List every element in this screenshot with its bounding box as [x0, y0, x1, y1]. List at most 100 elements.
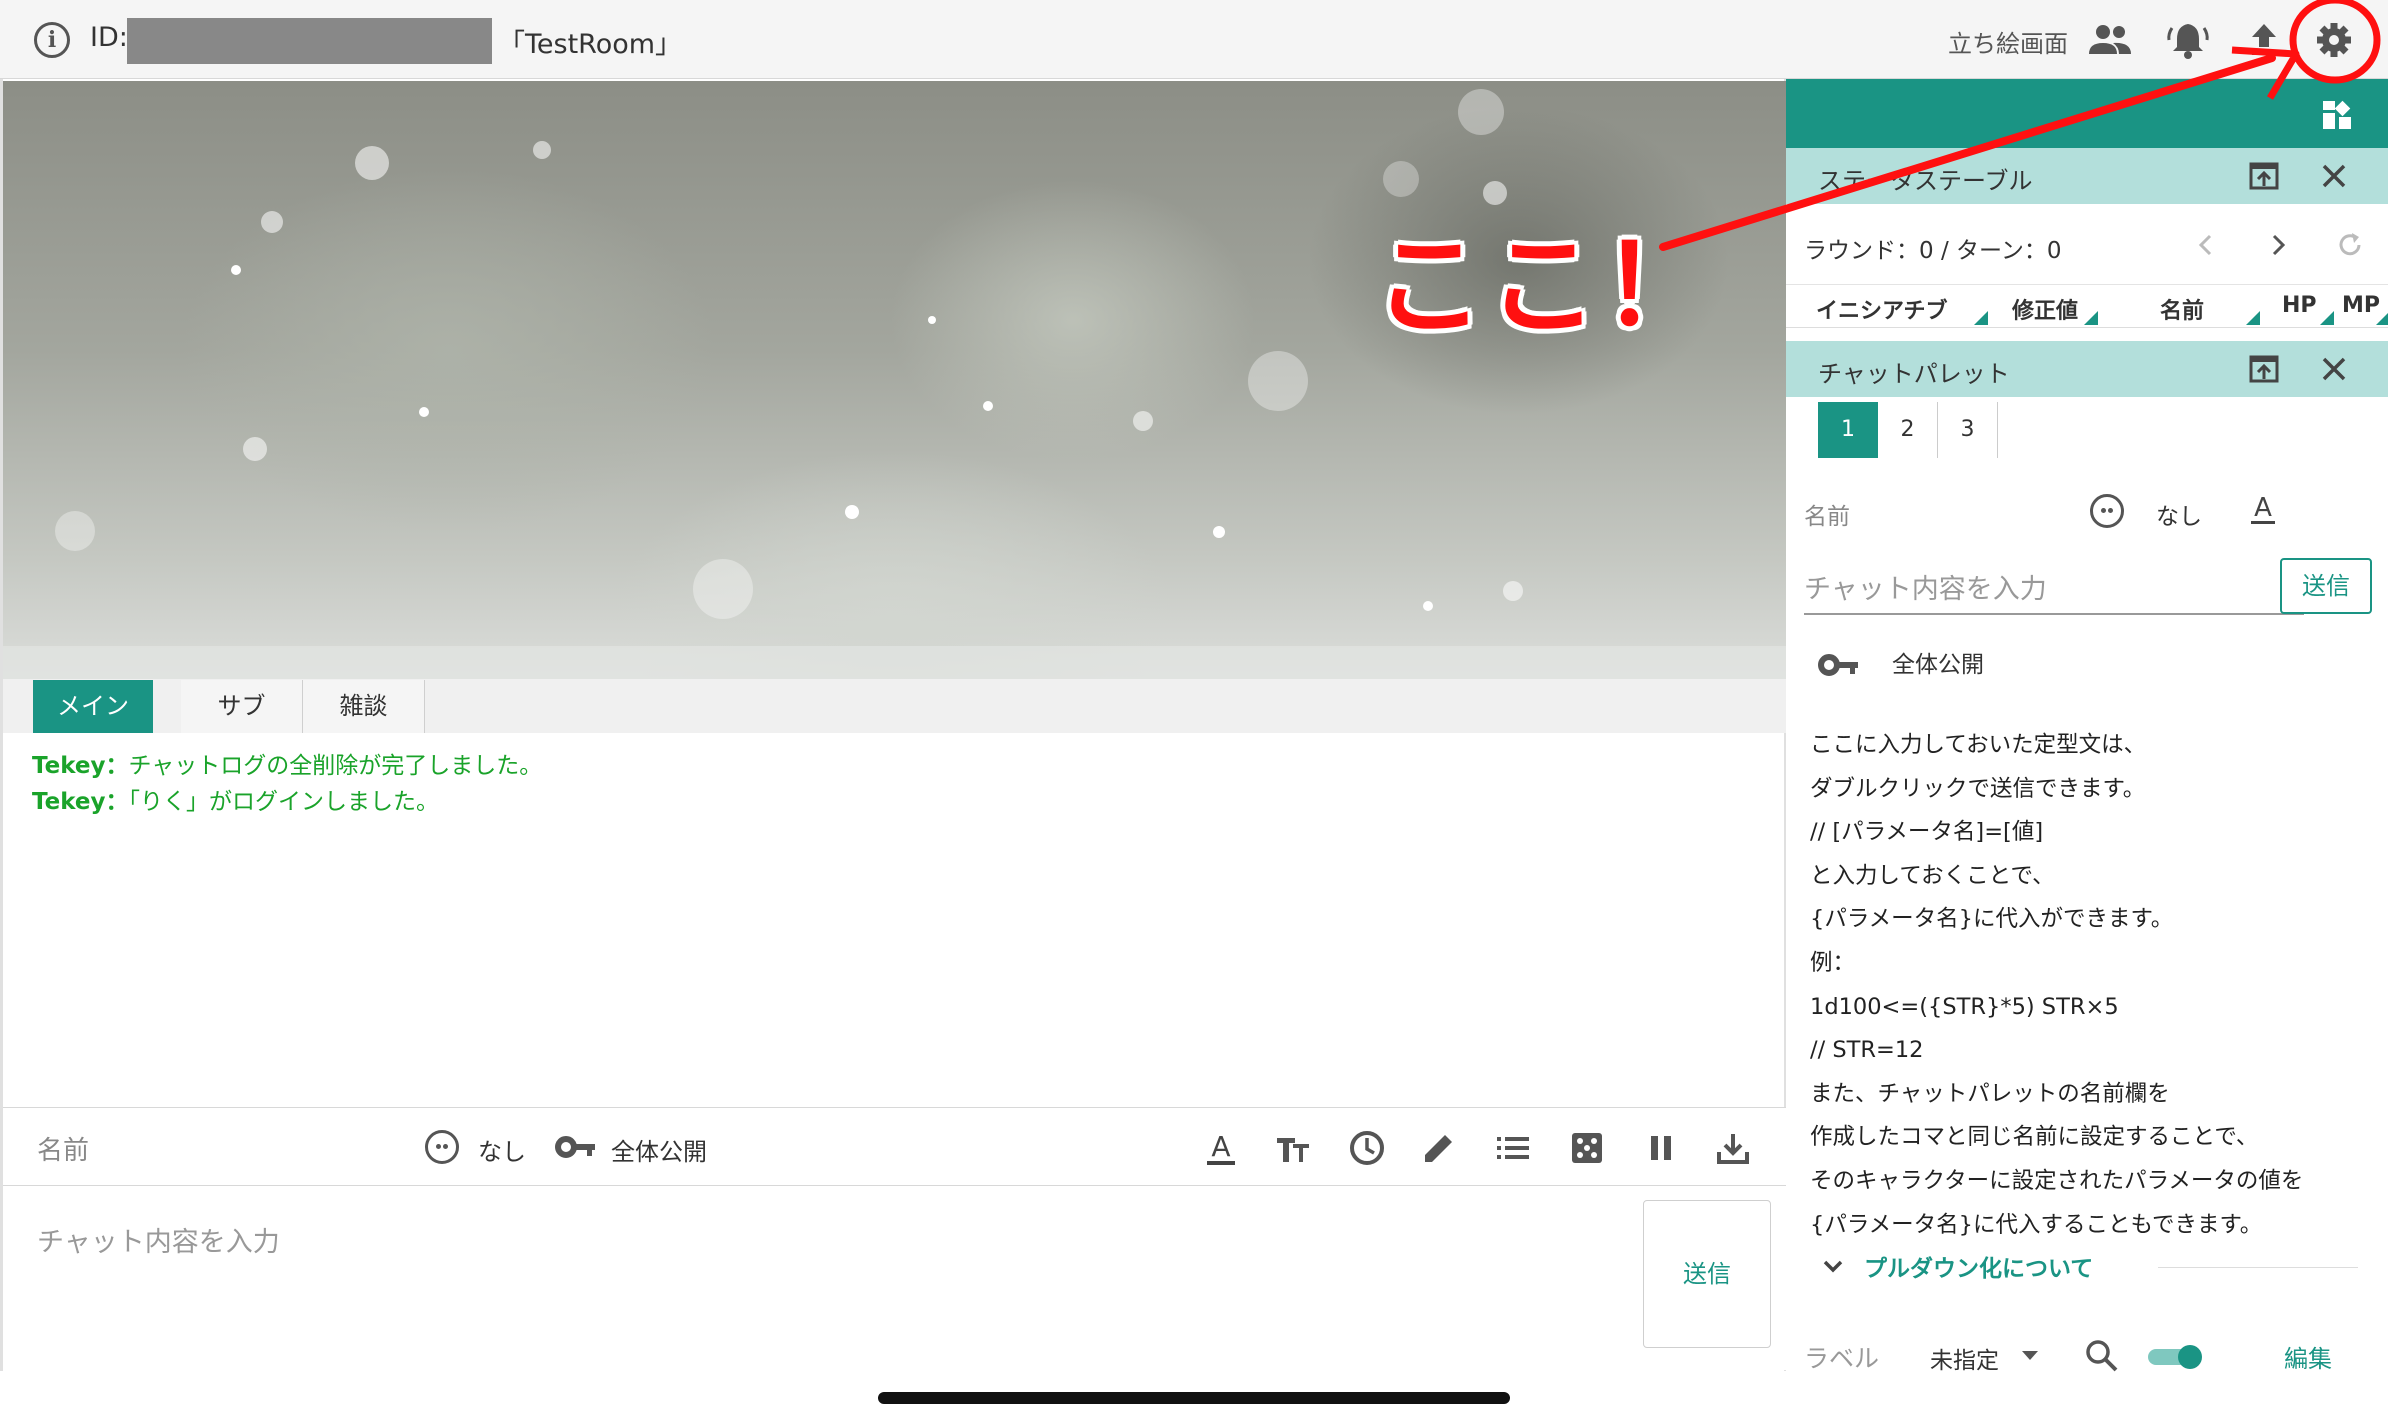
toggle-switch[interactable]	[2146, 1343, 2208, 1369]
snow-flake	[693, 559, 753, 619]
character-face-icon[interactable]	[2090, 494, 2124, 528]
chat-message: Tekey：「りく」がログインしました。	[32, 784, 542, 820]
tab-main[interactable]: メイン	[33, 680, 153, 733]
search-icon[interactable]	[2083, 1337, 2121, 1375]
refresh-icon[interactable]	[2334, 229, 2366, 261]
sort-icon[interactable]	[2084, 311, 2098, 325]
background-overlay-bar	[3, 646, 1786, 679]
help-line: // [パラメータ名]=[値]	[1810, 819, 2044, 846]
key-icon[interactable]	[555, 1134, 597, 1160]
room-id-redacted	[127, 18, 492, 64]
column-mp[interactable]: MP	[2342, 293, 2380, 318]
text-color-icon[interactable]: A	[1199, 1126, 1243, 1170]
help-line: ダブルクリックで送信できます。	[1810, 775, 2146, 802]
round-turn-counter: ラウンド：0 / ターン：0	[1804, 238, 2062, 264]
help-line: そのキャラクターに設定されたパラメータの値を	[1810, 1167, 2304, 1194]
character-select[interactable]: なし	[478, 1132, 526, 1167]
column-initiative[interactable]: イニシアチブ	[1816, 293, 1948, 325]
status-table-header: ステータステーブル	[1786, 148, 2388, 204]
message-sender: Tekey：	[32, 753, 129, 779]
visibility-select[interactable]: 全体公開	[611, 1132, 707, 1167]
settings-icon[interactable]	[2310, 18, 2358, 62]
message-text: チャットログの全削除が完了しました。	[128, 753, 543, 779]
column-hp[interactable]: HP	[2282, 293, 2317, 318]
right-panel: ステータステーブル ラウンド：0 / ターン：0 イニシアチブ 修正値 名前 H…	[1786, 79, 2388, 1420]
popout-icon[interactable]	[2248, 353, 2280, 385]
sort-icon[interactable]	[2320, 311, 2334, 325]
list-icon[interactable]	[1491, 1126, 1535, 1170]
help-line: 作成したコマと同じ名前に設定することで、	[1810, 1124, 2259, 1151]
palette-tab-3[interactable]: 3	[1938, 402, 1998, 458]
send-button[interactable]: 送信	[1643, 1200, 1771, 1348]
message-text: 「りく」がログインしました。	[128, 789, 440, 815]
help-line: と入力しておくことで、	[1810, 862, 2055, 889]
palette-footer: ラベル 未指定 編集	[1786, 1329, 2388, 1389]
annotation-text: ここ！	[1374, 222, 1716, 350]
chat-message: Tekey：チャットログの全削除が完了しました。	[32, 748, 542, 784]
chat-message-input[interactable]: チャット内容を入力	[37, 1220, 280, 1259]
popout-icon[interactable]	[2248, 160, 2280, 192]
pause-icon[interactable]	[1639, 1126, 1683, 1170]
tab-sub[interactable]: サブ	[181, 680, 303, 733]
snow-flake	[1248, 351, 1308, 411]
palette-character-select[interactable]: なし	[2156, 497, 2202, 531]
column-name[interactable]: 名前	[2160, 293, 2204, 325]
text-color-icon[interactable]: A	[2248, 491, 2278, 527]
snow-flake	[983, 401, 993, 411]
clock-icon[interactable]	[1345, 1126, 1389, 1170]
dashboard-icon[interactable]	[2321, 99, 2353, 131]
divider	[2158, 1267, 2358, 1268]
snow-flake	[231, 265, 241, 275]
chat-log: Tekey：チャットログの全削除が完了しました。 Tekey：「りく」がログイン…	[32, 748, 542, 820]
help-line: {パラメータ名}に代入ができます。	[1810, 906, 2174, 933]
sort-icon[interactable]	[2376, 311, 2388, 325]
palette-name-field[interactable]: 名前	[1804, 497, 1850, 531]
info-icon[interactable]: i	[34, 22, 70, 58]
bell-icon[interactable]	[2164, 18, 2212, 62]
snow-flake	[261, 211, 283, 233]
pencil-icon[interactable]	[1417, 1126, 1461, 1170]
palette-message-input[interactable]: チャット内容を入力	[1804, 559, 2304, 615]
svg-text:A: A	[1211, 1130, 1230, 1163]
upload-icon[interactable]	[2240, 18, 2288, 62]
standing-screen-button[interactable]: 立ち絵画面	[1948, 24, 2068, 59]
pulldown-help-label: プルダウン化について	[1864, 1256, 2094, 1282]
snow-flake	[845, 505, 859, 519]
download-icon[interactable]	[1711, 1126, 1755, 1170]
tab-chat[interactable]: 雑談	[303, 680, 425, 733]
chat-tabs: メイン サブ 雑談	[3, 679, 1786, 733]
help-line: また、チャットパレットの名前欄を	[1810, 1080, 2170, 1107]
snow-flake	[1423, 601, 1433, 611]
key-icon[interactable]	[1818, 652, 1860, 678]
dice-icon[interactable]	[1565, 1126, 1609, 1170]
palette-send-button[interactable]: 送信	[2280, 558, 2372, 614]
close-icon[interactable]	[2316, 158, 2352, 194]
users-icon[interactable]	[2086, 18, 2134, 62]
palette-message-placeholder: チャット内容を入力	[1804, 574, 2047, 605]
close-icon[interactable]	[2316, 351, 2352, 387]
label-select[interactable]: 未指定	[1930, 1341, 1999, 1375]
palette-visibility-select[interactable]: 全体公開	[1892, 645, 1984, 679]
chevron-left-icon[interactable]	[2190, 229, 2222, 261]
status-table-title: ステータステーブル	[1818, 167, 2033, 195]
label-field-label: ラベル	[1804, 1344, 1880, 1373]
name-field[interactable]: 名前	[37, 1130, 89, 1167]
caret-down-icon[interactable]	[2022, 1351, 2038, 1360]
sort-icon[interactable]	[2246, 311, 2260, 325]
right-panel-header	[1786, 79, 2388, 148]
snow-flake	[1383, 161, 1419, 197]
chevron-right-icon[interactable]	[2262, 229, 2294, 261]
snow-flake	[1503, 581, 1523, 601]
room-name: 「TestRoom」	[498, 29, 683, 60]
chat-input-area: チャット内容を入力 送信	[3, 1186, 1786, 1370]
character-face-icon[interactable]	[425, 1130, 459, 1164]
edit-button[interactable]: 編集	[2284, 1339, 2332, 1374]
sort-icon[interactable]	[1974, 311, 1988, 325]
palette-tab-1[interactable]: 1	[1818, 402, 1878, 458]
content-fade	[1804, 1299, 2364, 1323]
column-modifier[interactable]: 修正値	[2012, 293, 2078, 325]
palette-help-text: ここに入力しておいた定型文は、 ダブルクリックで送信できます。 // [パラメー…	[1810, 724, 2303, 1247]
pulldown-help-toggle[interactable]: プルダウン化について	[1818, 1249, 2358, 1289]
palette-tab-2[interactable]: 2	[1878, 402, 1938, 458]
font-size-icon[interactable]	[1271, 1126, 1315, 1170]
